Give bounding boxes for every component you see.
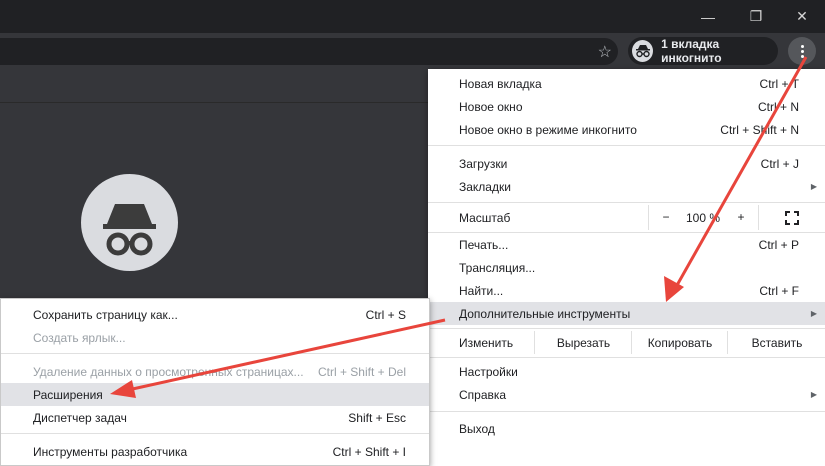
- arrow-to-extensions: [127, 318, 446, 392]
- arrow-to-more-tools: [674, 56, 808, 288]
- annotation-arrows: [110, 56, 808, 398]
- arrowhead-icon: [110, 380, 136, 398]
